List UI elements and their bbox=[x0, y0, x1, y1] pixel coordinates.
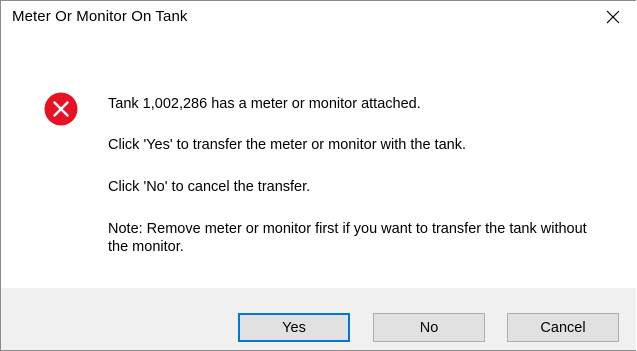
title-bar: Meter Or Monitor On Tank bbox=[1, 1, 636, 32]
cancel-button[interactable]: Cancel bbox=[507, 313, 619, 342]
close-icon bbox=[606, 10, 620, 23]
message-note: Note: Remove meter or monitor first if y… bbox=[108, 221, 587, 255]
yes-button[interactable]: Yes bbox=[238, 313, 350, 342]
button-bar: Yes No Cancel bbox=[1, 288, 636, 350]
dialog-title: Meter Or Monitor On Tank bbox=[12, 8, 188, 25]
message-dialog: Meter Or Monitor On Tank Tank 1,002,286 … bbox=[0, 0, 636, 351]
dialog-content: Tank 1,002,286 has a meter or monitor at… bbox=[1, 32, 636, 287]
close-button[interactable] bbox=[590, 1, 636, 32]
no-button[interactable]: No bbox=[373, 313, 485, 342]
error-icon bbox=[44, 92, 78, 126]
message-line-1: Tank 1,002,286 has a meter or monitor at… bbox=[108, 96, 421, 112]
message-line-2: Click 'Yes' to transfer the meter or mon… bbox=[108, 137, 466, 153]
message-line-3: Click 'No' to cancel the transfer. bbox=[108, 179, 311, 195]
